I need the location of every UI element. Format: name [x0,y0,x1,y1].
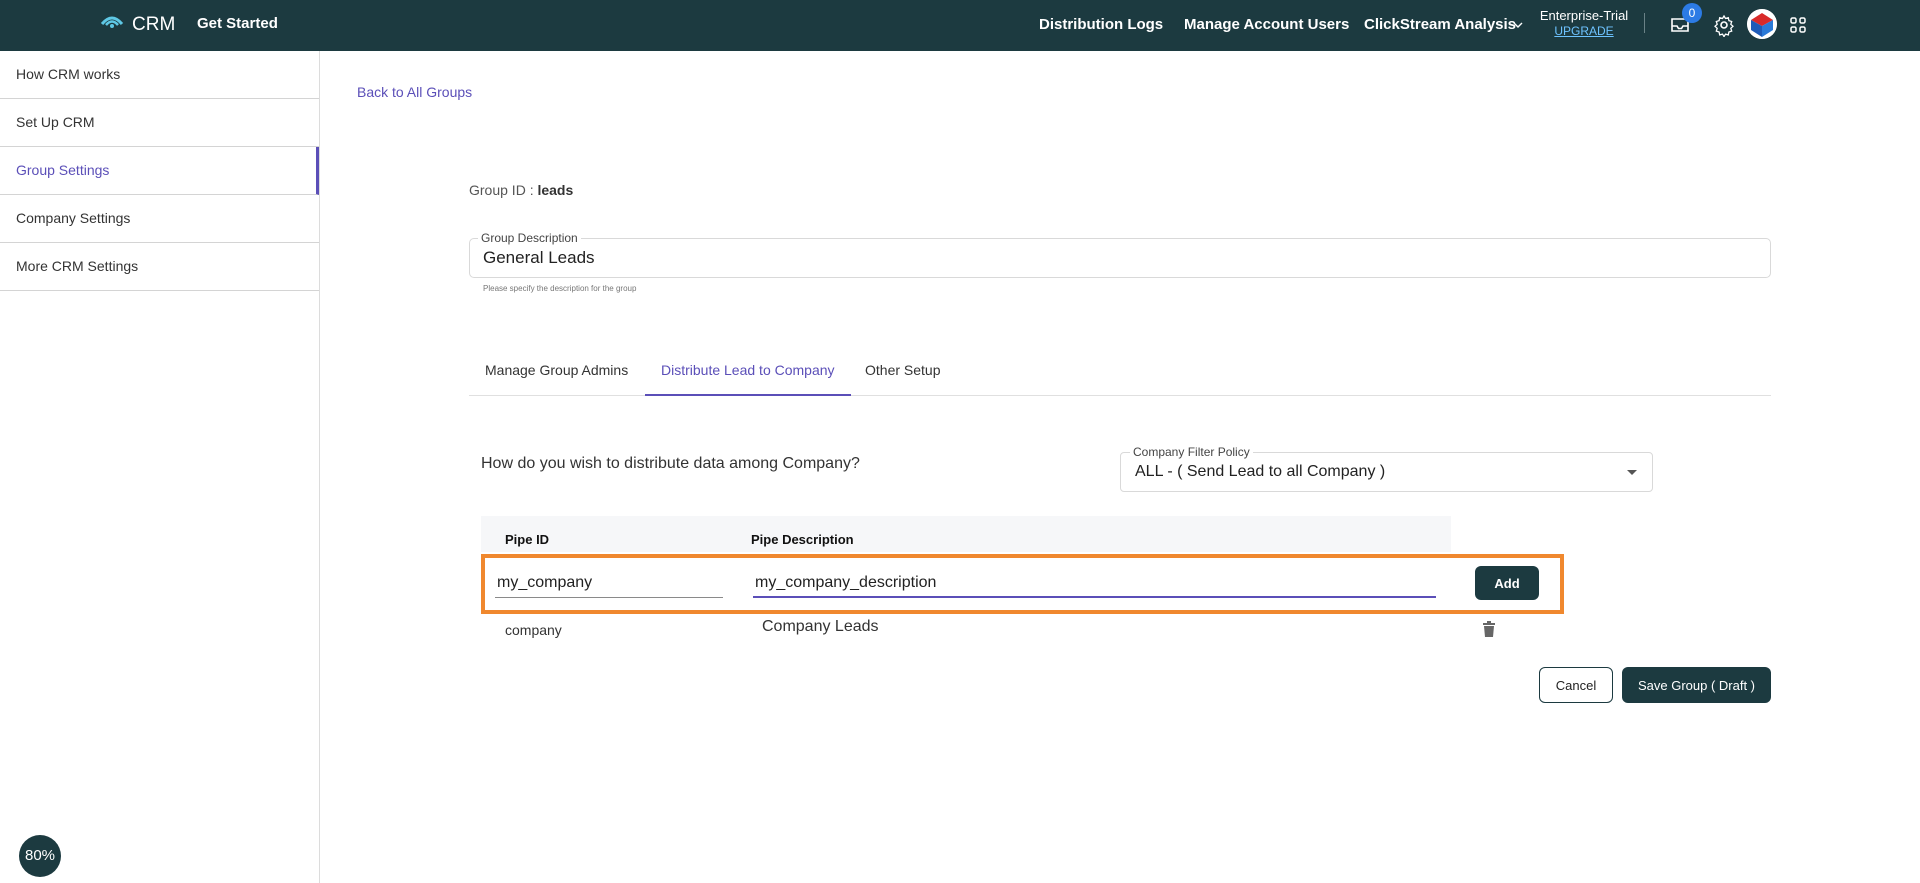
column-header-pipe-id: Pipe ID [505,532,550,547]
plan-indicator[interactable]: Enterprise-Trial UPGRADE [1538,8,1630,38]
plan-name: Enterprise-Trial [1539,8,1629,23]
group-id-value: leads [537,182,574,198]
distribution-question: How do you wish to distribute data among… [481,455,860,472]
group-description-field[interactable]: Group Description [469,231,1771,278]
sidebar-item-company-settings[interactable]: Company Settings [0,195,319,243]
back-to-all-groups-link[interactable]: Back to All Groups [357,84,472,100]
avatar[interactable] [1747,9,1777,39]
pipe-description-input[interactable] [753,569,1436,598]
sidebar: How CRM works Set Up CRM Group Settings … [0,51,320,883]
sidebar-item-more-crm-settings[interactable]: More CRM Settings [0,243,319,291]
pipe-id-input[interactable] [495,569,723,598]
logo-icon[interactable] [100,14,124,30]
sidebar-item-set-up-crm[interactable]: Set Up CRM [0,99,319,147]
group-description-label: Group Description [478,231,581,245]
trash-icon[interactable] [1482,621,1496,637]
app-name[interactable]: CRM [132,14,175,36]
group-id-label: Group ID : [469,182,538,198]
apps-grid-icon[interactable] [1786,13,1810,37]
pipe-table-header: Pipe ID Pipe Description [481,516,1451,552]
save-group-draft-button[interactable]: Save Group ( Draft ) [1622,667,1771,703]
tab-distribute-lead-to-company[interactable]: Distribute Lead to Company [645,352,851,396]
company-filter-policy-label: Company Filter Policy [1130,445,1253,459]
nav-manage-account-users[interactable]: Manage Account Users [1184,16,1349,33]
caret-down-icon [1627,470,1637,475]
pipe-description-cell: Company Leads [762,618,879,635]
company-filter-policy-value: ALL - ( Send Lead to all Company ) [1135,463,1386,480]
company-filter-policy-select[interactable]: Company Filter Policy ALL - ( Send Lead … [1120,445,1653,492]
sidebar-item-how-crm-works[interactable]: How CRM works [0,51,319,99]
top-navbar: CRM Get Started Distribution Logs Manage… [0,0,1920,51]
inbox-count-badge: 0 [1682,3,1702,23]
table-row: company Company Leads [481,616,1511,650]
add-pipe-button[interactable]: Add [1475,566,1539,600]
header-divider [1644,13,1645,33]
chevron-down-icon[interactable] [1512,19,1524,31]
zoom-level-badge[interactable]: 80% [19,835,61,877]
nav-clickstream-analysis[interactable]: ClickStream Analysis [1364,16,1516,33]
nav-distribution-logs[interactable]: Distribution Logs [1039,16,1163,33]
cancel-button[interactable]: Cancel [1539,667,1613,703]
tab-manage-group-admins[interactable]: Manage Group Admins [469,352,644,396]
new-pipe-row: Add [481,554,1564,614]
group-id: Group ID : leads [469,182,573,198]
gear-icon[interactable] [1712,13,1736,37]
sidebar-item-group-settings[interactable]: Group Settings [0,147,319,195]
upgrade-link[interactable]: UPGRADE [1538,24,1630,38]
get-started-link[interactable]: Get Started [197,15,278,32]
group-tabs: Manage Group Admins Distribute Lead to C… [469,352,1771,396]
group-description-help: Please specify the description for the g… [483,284,637,293]
group-description-input[interactable] [483,248,1753,268]
tab-other-setup[interactable]: Other Setup [849,352,957,396]
pipe-id-cell: company [505,622,562,638]
column-header-pipe-description: Pipe Description [751,532,854,547]
